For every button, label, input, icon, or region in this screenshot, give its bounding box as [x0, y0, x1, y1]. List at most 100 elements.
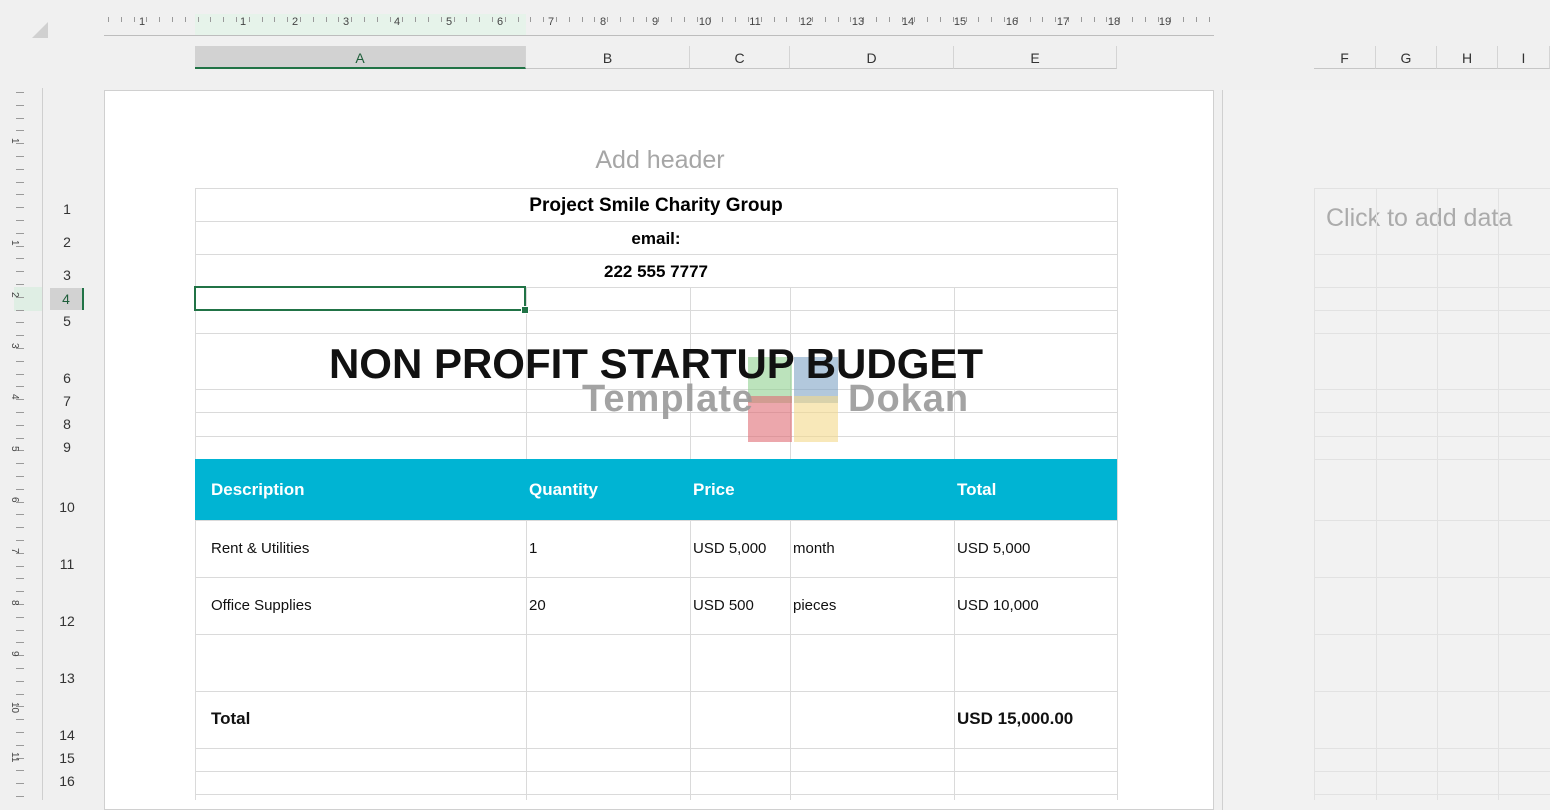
item-price[interactable]: USD 5,000 [693, 540, 766, 557]
column-header-i[interactable]: I [1498, 46, 1550, 69]
row-header-5[interactable]: 5 [50, 313, 84, 329]
row-header-10[interactable]: 10 [50, 499, 84, 515]
ruler-tick [1196, 17, 1197, 22]
row-header-13[interactable]: 13 [50, 670, 84, 686]
ruler-tick [837, 17, 839, 22]
ruler-tick [389, 17, 391, 22]
row-header-6[interactable]: 6 [50, 370, 84, 386]
vertical-ruler-tick [16, 412, 24, 413]
ruler-number: 16 [1005, 16, 1019, 28]
column-header-h[interactable]: H [1437, 46, 1498, 69]
vertical-ruler-tick [16, 156, 24, 157]
row-header-8[interactable]: 8 [50, 416, 84, 432]
select-all-corner[interactable] [0, 0, 104, 88]
item-description[interactable]: Office Supplies [211, 597, 312, 614]
vertical-ruler-number: 10 [9, 702, 20, 714]
vertical-ruler-tick [16, 770, 24, 772]
ruler-number: 7 [547, 16, 555, 28]
ruler-tick [261, 17, 263, 22]
item-price[interactable]: USD 500 [693, 597, 754, 614]
selected-cell-a4[interactable] [194, 286, 526, 311]
grid-row-line [195, 221, 1117, 222]
fill-handle[interactable] [521, 306, 529, 314]
next-page-row-line [1314, 188, 1550, 189]
total-label[interactable]: Total [211, 709, 250, 729]
row-header-2[interactable]: 2 [50, 234, 84, 250]
next-page-row-line [1314, 794, 1550, 795]
row-header-4[interactable]: 4 [50, 288, 84, 310]
ruler-number: 5 [445, 16, 453, 28]
ruler-number: 18 [1107, 16, 1121, 28]
next-page-row-line [1314, 436, 1550, 437]
ruler-tick [1004, 17, 1005, 22]
row-header-15[interactable]: 15 [50, 750, 84, 766]
row-header-12[interactable]: 12 [50, 613, 84, 629]
ruler-tick [927, 17, 929, 22]
column-header-g[interactable]: G [1376, 46, 1437, 69]
row-header-1[interactable]: 1 [50, 201, 84, 217]
ruler-tick [504, 17, 506, 22]
item-unit[interactable]: pieces [793, 597, 836, 614]
ruler-tick [530, 17, 532, 22]
row-header-16[interactable]: 16 [50, 773, 84, 789]
column-header-c[interactable]: C [690, 46, 790, 69]
ruler-tick [812, 17, 813, 22]
item-total[interactable]: USD 5,000 [957, 540, 1030, 557]
add-header-placeholder[interactable]: Add header [560, 146, 760, 175]
vertical-ruler-tick [16, 488, 24, 490]
vertical-ruler-number: 6 [9, 497, 20, 503]
grid-row-line [195, 188, 1117, 189]
vertical-ruler-tick [16, 463, 24, 465]
row-header-3[interactable]: 3 [50, 267, 84, 283]
ruler-tick [120, 17, 122, 22]
ruler-tick [914, 17, 916, 22]
ruler-tick [632, 17, 634, 22]
row-header-9[interactable]: 9 [50, 439, 84, 455]
ruler-tick [978, 17, 980, 22]
vertical-ruler-tick [16, 117, 24, 119]
next-page-row-line [1314, 254, 1550, 255]
item-quantity[interactable]: 1 [529, 540, 537, 557]
vertical-ruler-tick [16, 130, 24, 132]
vertical-ruler-tick [16, 168, 24, 170]
item-unit[interactable]: month [793, 540, 835, 557]
column-header-d[interactable]: D [790, 46, 954, 69]
column-header-f[interactable]: F [1314, 46, 1376, 69]
ruler-tick [1080, 17, 1082, 22]
select-all-triangle-icon[interactable] [32, 22, 48, 38]
column-header-a[interactable]: A [195, 46, 526, 69]
ruler-number: 10 [698, 16, 712, 28]
row-header-14[interactable]: 14 [50, 727, 84, 743]
budget-title: NON PROFIT STARTUP BUDGET [328, 340, 984, 387]
ruler-tick [287, 17, 289, 22]
ruler-tick [568, 17, 570, 22]
ruler-tick [325, 17, 327, 22]
grid-row-line [195, 794, 1117, 795]
item-quantity[interactable]: 20 [529, 597, 546, 614]
ruler-number: 17 [1056, 16, 1070, 28]
total-value[interactable]: USD 15,000.00 [957, 709, 1073, 729]
vertical-ruler-tick [16, 527, 24, 529]
vertical-ruler-tick [16, 629, 24, 631]
org-name: Project Smile Charity Group [529, 195, 783, 216]
vertical-ruler-tick [16, 578, 24, 580]
click-to-add-data-placeholder[interactable]: Click to add data [1326, 204, 1512, 233]
vertical-ruler-tick [16, 360, 24, 362]
item-total[interactable]: USD 10,000 [957, 597, 1039, 614]
grid-row-line [195, 520, 1117, 521]
header-description: Description [211, 480, 305, 499]
grid-row-line [195, 771, 1117, 772]
ruler-tick [824, 17, 826, 22]
ruler-number: 3 [342, 16, 350, 28]
column-header-b[interactable]: B [526, 46, 690, 69]
vertical-ruler-tick [16, 437, 24, 439]
vertical-ruler-number: 2 [9, 292, 20, 298]
item-description[interactable]: Rent & Utilities [211, 540, 309, 557]
ruler-tick [453, 17, 455, 22]
ruler-tick [402, 17, 404, 22]
vertical-ruler-tick [16, 693, 24, 695]
column-header-e[interactable]: E [954, 46, 1117, 69]
row-header-7[interactable]: 7 [50, 393, 84, 409]
vertical-ruler-number: 11 [9, 752, 20, 763]
row-header-11[interactable]: 11 [50, 556, 84, 572]
